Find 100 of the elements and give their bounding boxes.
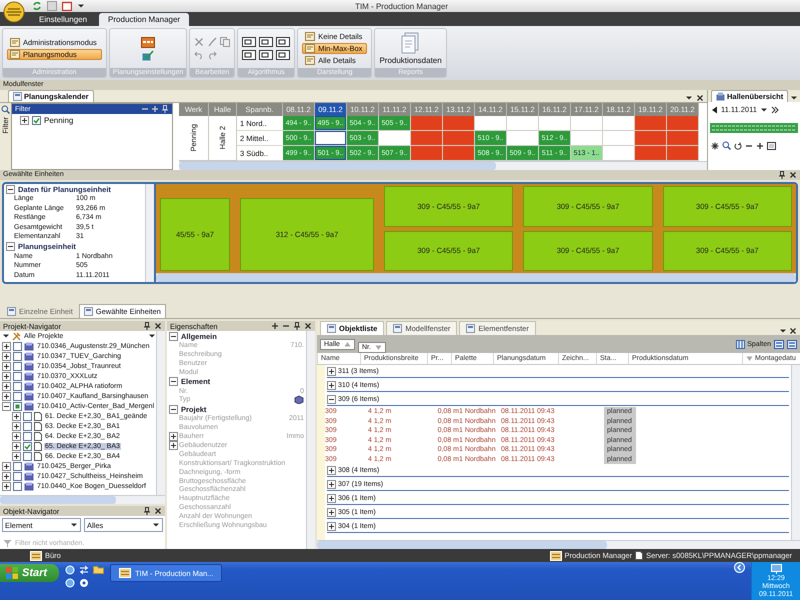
expand-icon[interactable]: [169, 440, 178, 450]
calendar-cell[interactable]: [571, 131, 603, 146]
fit-icon[interactable]: [767, 142, 776, 150]
expand-icon[interactable]: [2, 482, 11, 490]
expand-icon[interactable]: [2, 372, 11, 380]
checkbox[interactable]: [13, 392, 22, 400]
close-icon[interactable]: [154, 322, 162, 330]
close-icon[interactable]: [696, 94, 704, 102]
expand-icon[interactable]: [327, 380, 336, 390]
collapse-icon[interactable]: [6, 242, 15, 251]
expand-icon[interactable]: [2, 472, 11, 480]
vertical-scrollbar[interactable]: [306, 331, 315, 549]
expand-icon[interactable]: [770, 106, 779, 114]
caret-icon[interactable]: [760, 106, 768, 114]
checkbox[interactable]: [13, 462, 22, 470]
app-menu-icon[interactable]: [3, 1, 25, 23]
layout-option-icon[interactable]: [276, 37, 290, 47]
caret-icon[interactable]: [790, 94, 798, 102]
layout-option-icon[interactable]: [259, 37, 274, 47]
previous-icon[interactable]: [711, 106, 718, 114]
calendar-cell[interactable]: [635, 116, 667, 131]
pin-icon[interactable]: [293, 322, 301, 330]
calendar-cell[interactable]: [539, 116, 571, 131]
checkbox[interactable]: [32, 116, 41, 125]
expand-icon[interactable]: [2, 352, 11, 360]
expand-icon[interactable]: [2, 402, 11, 410]
calendar-cell[interactable]: [635, 146, 667, 161]
checkbox[interactable]: [13, 342, 22, 350]
asterisk-icon[interactable]: [711, 142, 719, 150]
horizontal-scrollbar[interactable]: [179, 161, 707, 170]
checkbox[interactable]: [13, 482, 22, 490]
pin-icon[interactable]: [778, 171, 786, 179]
pin-icon[interactable]: [143, 507, 151, 515]
expand-icon[interactable]: [12, 442, 21, 450]
calendar-cell[interactable]: [411, 131, 443, 146]
expand-icon[interactable]: [20, 116, 29, 125]
folder-icon[interactable]: [93, 565, 104, 574]
layout-option-icon[interactable]: [276, 50, 290, 60]
pin-icon[interactable]: [143, 322, 151, 330]
calendar-cell[interactable]: [475, 116, 507, 131]
vertical-scrollbar[interactable]: [791, 365, 800, 540]
collapse-all-icon[interactable]: [774, 340, 784, 348]
switch-windows-icon[interactable]: [79, 565, 90, 575]
media-icon[interactable]: [79, 578, 90, 588]
checkbox[interactable]: [13, 402, 22, 410]
calendar-cell[interactable]: [315, 131, 347, 146]
expand-icon[interactable]: [327, 466, 336, 474]
calendar-cell[interactable]: [603, 116, 635, 131]
collapse-icon[interactable]: [169, 332, 178, 340]
collapse-icon[interactable]: [6, 184, 15, 194]
checkbox[interactable]: [23, 452, 32, 460]
vertical-scrollbar[interactable]: [156, 331, 165, 495]
checkbox[interactable]: [23, 432, 32, 440]
calendar-cell[interactable]: [443, 116, 475, 131]
collapse-icon[interactable]: [169, 404, 178, 414]
expand-icon[interactable]: [2, 362, 11, 370]
zoom-in-icon[interactable]: [756, 142, 764, 150]
calendar-cell[interactable]: [635, 131, 667, 146]
calendar-cell[interactable]: [443, 146, 475, 161]
checkbox[interactable]: [13, 352, 22, 360]
vertical-scrollbar[interactable]: [145, 184, 154, 282]
calendar-cell[interactable]: [379, 131, 411, 146]
pin-icon[interactable]: [161, 105, 169, 113]
calendar-cell[interactable]: [603, 146, 635, 161]
refresh-icon[interactable]: [32, 1, 42, 11]
calendar-cell[interactable]: [411, 146, 443, 161]
expand-icon[interactable]: [2, 342, 11, 350]
close-icon[interactable]: [789, 171, 797, 179]
checkbox[interactable]: [13, 372, 22, 380]
checkbox[interactable]: [23, 412, 32, 420]
calendar-cell[interactable]: [507, 131, 539, 146]
layout-option-icon[interactable]: [242, 50, 256, 60]
network-icon[interactable]: [770, 564, 782, 574]
close-icon[interactable]: [304, 322, 312, 330]
checklist-icon[interactable]: [142, 50, 154, 61]
checkbox[interactable]: [23, 422, 32, 430]
checkbox[interactable]: [23, 442, 32, 450]
rotate-icon[interactable]: [734, 142, 742, 150]
zoom-icon[interactable]: [722, 141, 731, 150]
calendar-cell[interactable]: [603, 131, 635, 146]
checkbox[interactable]: [13, 472, 22, 480]
report-button[interactable]: Produktionsdaten: [379, 32, 442, 65]
expand-all-icon[interactable]: [787, 340, 797, 348]
layout-option-icon[interactable]: [259, 50, 274, 60]
search-icon[interactable]: [1, 105, 10, 114]
plus-icon[interactable]: [271, 322, 279, 330]
close-icon[interactable]: [154, 507, 162, 515]
expand-icon[interactable]: [327, 522, 336, 530]
calendar-cell[interactable]: [571, 116, 603, 131]
calendar-cell[interactable]: [667, 146, 699, 161]
expand-icon[interactable]: [327, 394, 336, 404]
close-icon[interactable]: [789, 327, 797, 335]
calendar-cell[interactable]: [507, 116, 539, 131]
caret-icon[interactable]: [77, 2, 85, 10]
calendar-cell[interactable]: [411, 116, 443, 131]
checkbox[interactable]: [13, 382, 22, 390]
calendar-cell[interactable]: [667, 131, 699, 146]
collapse-icon[interactable]: [169, 377, 178, 386]
ribbon-tab[interactable]: Production Manager: [99, 13, 190, 26]
expand-icon[interactable]: [12, 422, 21, 430]
